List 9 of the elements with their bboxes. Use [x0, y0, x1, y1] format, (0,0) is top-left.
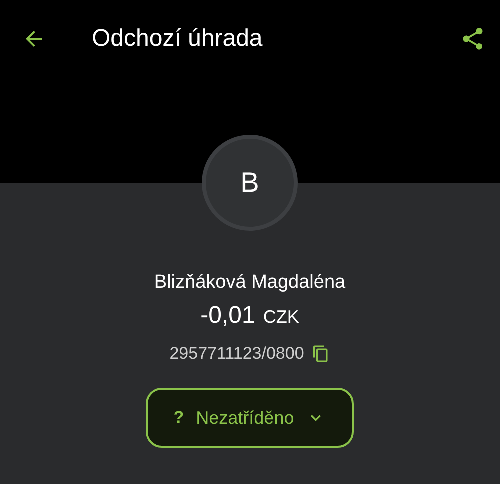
payee-name: Blizňáková Magdaléna — [154, 272, 346, 294]
page-title: Odchozí úhrada — [92, 25, 264, 53]
amount: -0,01 — [200, 302, 256, 330]
category-dropdown[interactable]: ? Nezatříděno — [146, 388, 354, 448]
account-number: 2957711123/0800 — [170, 344, 304, 364]
copy-button[interactable] — [312, 345, 330, 363]
question-mark-icon: ? — [174, 408, 184, 428]
copy-icon — [312, 345, 330, 363]
currency: CZK — [263, 307, 300, 328]
